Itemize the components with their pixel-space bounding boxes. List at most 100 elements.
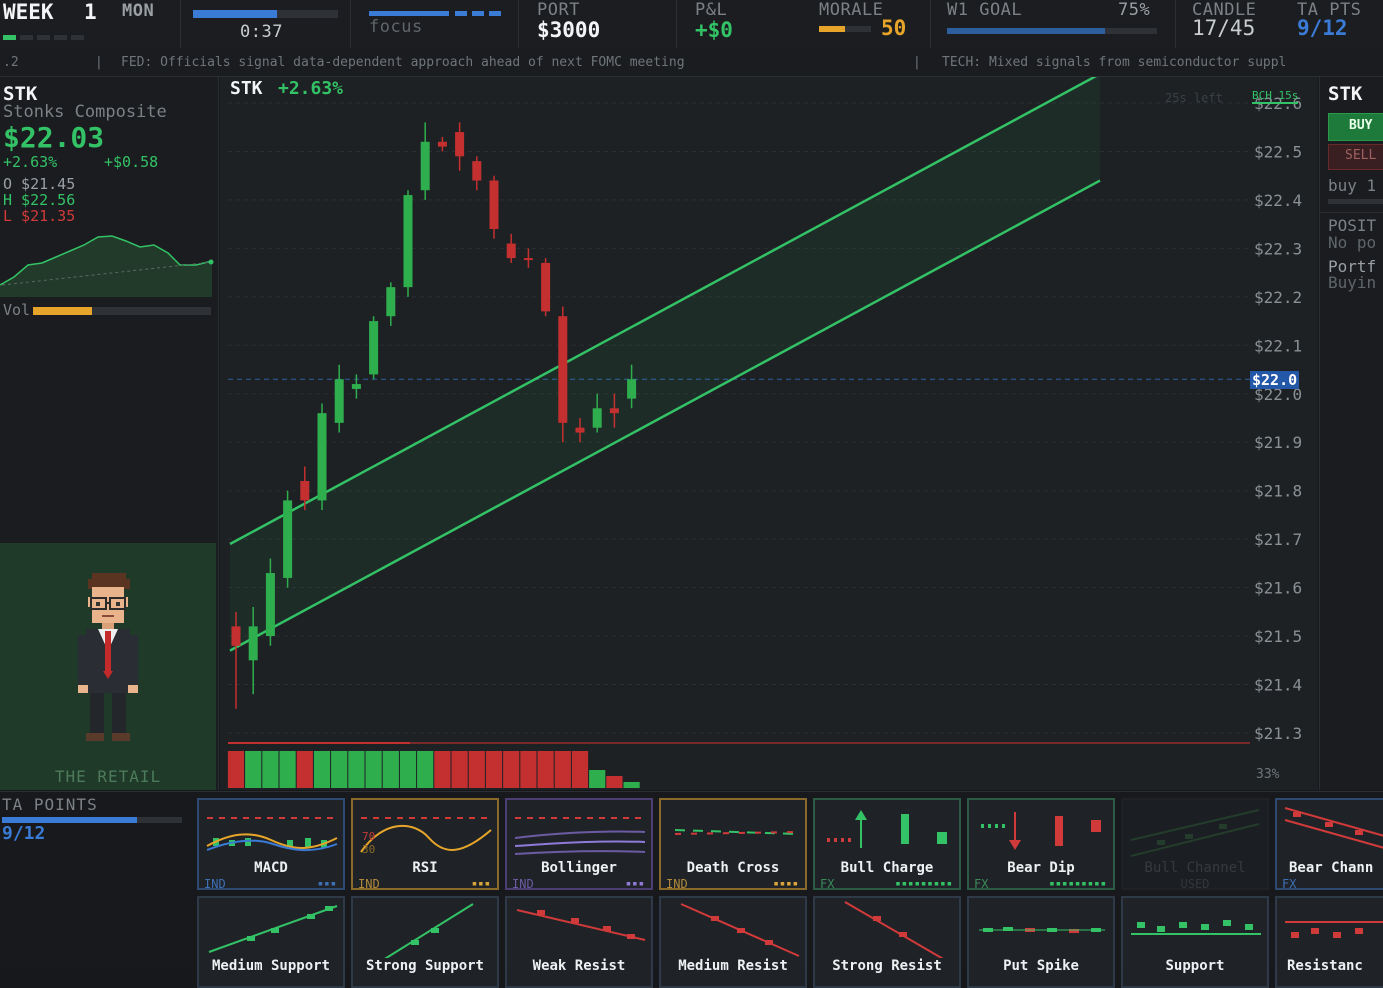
sell-button[interactable]: SELL bbox=[1328, 144, 1383, 170]
volume-bar bbox=[554, 751, 571, 788]
price-tick-label: $21.5 bbox=[1254, 627, 1302, 646]
channel-lower-line bbox=[229, 179, 1101, 652]
weak-resist-icon bbox=[516, 909, 646, 941]
card-medium-resist[interactable]: Medium Resist bbox=[659, 896, 807, 988]
candle-body bbox=[300, 481, 310, 501]
card-put-spike[interactable]: Put Spike bbox=[967, 896, 1115, 988]
card-strong-support[interactable]: Strong Support bbox=[351, 896, 499, 988]
port-value: $3000 bbox=[537, 18, 601, 42]
card-support[interactable]: Support bbox=[1121, 896, 1269, 988]
card-label: Bear Dip bbox=[1007, 860, 1075, 876]
pnl-label: P&L bbox=[695, 0, 728, 20]
volume-bar bbox=[262, 751, 279, 788]
medium-support-icon bbox=[208, 905, 338, 953]
card-label: Resistanc bbox=[1287, 958, 1363, 974]
card-medium-support[interactable]: Medium Support bbox=[197, 896, 345, 988]
price-tick-label: $21.8 bbox=[1254, 482, 1302, 501]
card-label: Bull Channel bbox=[1144, 860, 1246, 876]
card-weak-resist[interactable]: Weak Resist bbox=[505, 896, 653, 988]
volume-bar bbox=[623, 782, 640, 788]
candle-body bbox=[403, 195, 413, 288]
strong-resist-icon bbox=[844, 901, 944, 958]
trade-symbol: STK bbox=[1328, 83, 1363, 105]
macd-icon bbox=[206, 817, 338, 852]
candle-body bbox=[231, 626, 241, 646]
ta-points-cell: TA PTS 9/12 bbox=[1285, 0, 1383, 48]
candle-body bbox=[592, 408, 602, 428]
change-absolute: +$0.58 bbox=[104, 153, 159, 171]
volume-bar bbox=[589, 770, 606, 788]
card-label: Bollinger bbox=[541, 860, 617, 876]
buy-quantity-note: buy 1 bbox=[1328, 176, 1377, 195]
candle-body bbox=[283, 500, 293, 578]
morale-cell: MORALE 50 bbox=[800, 0, 931, 48]
week-cell: WEEK 1 MON bbox=[0, 0, 181, 48]
day-pip bbox=[54, 35, 67, 40]
quantity-track[interactable] bbox=[1328, 199, 1383, 204]
candle-body bbox=[317, 413, 327, 501]
volume-bar bbox=[313, 751, 331, 788]
focus-label: focus bbox=[369, 17, 423, 37]
volume-bar bbox=[365, 751, 382, 788]
candle-cell: CANDLE 17/45 bbox=[1175, 0, 1285, 48]
card-label: Weak Resist bbox=[532, 958, 626, 974]
volume-bar bbox=[296, 751, 313, 788]
candlestick-chart[interactable]: $22.6$22.5$22.4$22.3$22.2$22.1$22.0$21.9… bbox=[220, 77, 1318, 790]
card-bollinger[interactable]: Bollinger IND ▪▪▪ bbox=[505, 798, 653, 890]
day-pip bbox=[37, 35, 50, 40]
card-label: Support bbox=[1165, 958, 1225, 974]
volume-bar bbox=[245, 751, 262, 788]
put-spike-icon bbox=[979, 927, 1105, 933]
card-label: Medium Resist bbox=[678, 958, 788, 974]
divider bbox=[1320, 212, 1383, 213]
strong-support-icon bbox=[384, 903, 474, 958]
volume-bar bbox=[399, 751, 417, 788]
volume-bar bbox=[279, 751, 296, 788]
card-cost-dots: ▪▪▪▪▪▪▪▪▪ bbox=[1049, 879, 1107, 889]
port-cell: PORT $3000 bbox=[518, 0, 677, 48]
low-price: L $21.35 bbox=[3, 207, 76, 225]
morale-track bbox=[819, 26, 871, 32]
volume-bars bbox=[227, 742, 1250, 788]
price-tick-label: $22.5 bbox=[1254, 142, 1302, 161]
volume-bar bbox=[417, 751, 434, 788]
news-ticker: .2 | FED: Officials signal data-dependen… bbox=[0, 48, 1383, 77]
card-label: MACD bbox=[254, 860, 288, 876]
card-rsi[interactable]: 70 30 RSI IND ▪▪▪ bbox=[351, 798, 499, 890]
card-death-cross[interactable]: Death Cross IND ▪▪▪▪ bbox=[659, 798, 807, 890]
retail-trader-avatar bbox=[78, 573, 138, 741]
buy-button[interactable]: BUY bbox=[1328, 113, 1383, 141]
card-label: Strong Support bbox=[365, 958, 484, 974]
goal-percent: 75% bbox=[1118, 0, 1151, 20]
bch-tag: BCH 15s bbox=[1252, 89, 1299, 104]
card-bull-charge[interactable]: Bull Charge FX ▪▪▪▪▪▪▪▪▪ bbox=[813, 798, 961, 890]
card-label: Death Cross bbox=[686, 860, 780, 876]
candle-body bbox=[489, 180, 499, 229]
candle-body bbox=[265, 573, 275, 637]
candle-body bbox=[558, 316, 568, 423]
card-bear-dip[interactable]: Bear Dip FX ▪▪▪▪▪▪▪▪▪ bbox=[967, 798, 1115, 890]
day-label: MON bbox=[122, 1, 155, 21]
card-type-tag: FX bbox=[820, 877, 835, 890]
character-caption: THE RETAIL bbox=[54, 767, 162, 786]
card-resistance[interactable]: Resistanc bbox=[1275, 896, 1383, 988]
volume-label: Vol bbox=[3, 301, 31, 319]
pnl-value: +$0 bbox=[695, 18, 733, 42]
card-bull-channel[interactable]: Bull Channel USED bbox=[1121, 798, 1269, 890]
rsi-30: 30 bbox=[362, 843, 376, 856]
focus-pip bbox=[489, 11, 501, 16]
resistance-icon bbox=[1285, 921, 1383, 938]
volume-track bbox=[33, 307, 211, 315]
price-tick-label: $22.1 bbox=[1254, 336, 1302, 355]
candle-body bbox=[472, 161, 482, 181]
price-chart[interactable]: $22.6 $22.5 $22.4 $22.3 $22.2 $22.1 $22.0 $21.9… bbox=[220, 77, 1318, 790]
card-bear-channel[interactable]: Bear Chann FX bbox=[1275, 798, 1383, 890]
price-tick-label: $22.3 bbox=[1254, 239, 1302, 258]
price-tick-label: $21.9 bbox=[1254, 433, 1302, 452]
candle-body bbox=[420, 141, 430, 191]
card-strong-resist[interactable]: Strong Resist bbox=[813, 896, 961, 988]
change-percent: +2.63% bbox=[3, 153, 58, 171]
candle-body bbox=[386, 287, 396, 317]
bull-channel-overlay bbox=[229, 77, 1101, 652]
card-macd[interactable]: MACD IND ▪▪▪ bbox=[197, 798, 345, 890]
